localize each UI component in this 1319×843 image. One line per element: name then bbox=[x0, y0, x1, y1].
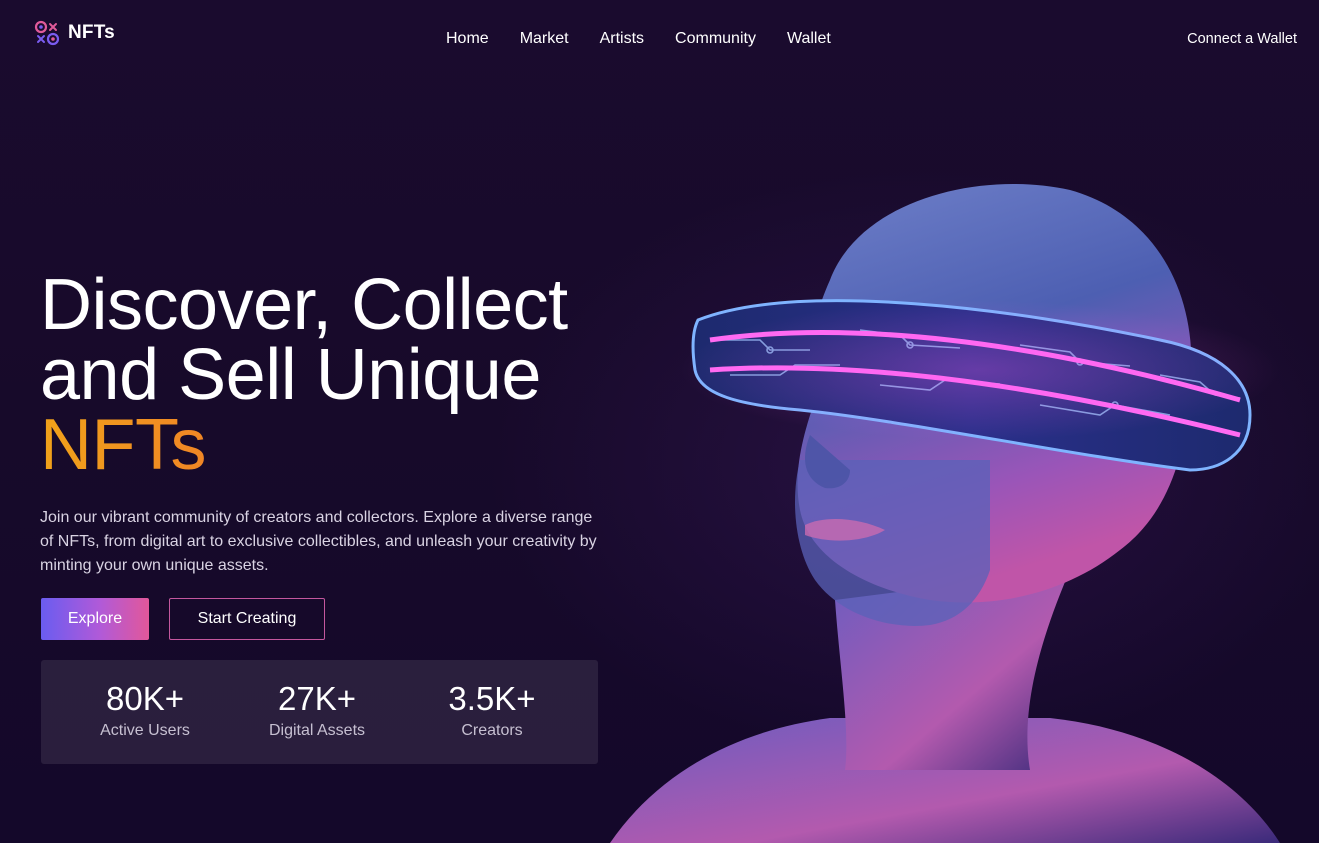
landing-page: NFTs Home Market Artists Community Walle… bbox=[0, 0, 1319, 843]
main-nav: Home Market Artists Community Wallet bbox=[446, 30, 831, 48]
nav-home[interactable]: Home bbox=[446, 30, 489, 48]
hero-description: Join our vibrant community of creators a… bbox=[40, 509, 597, 574]
stat-label: Active Users bbox=[100, 722, 190, 739]
stat-creators: 3.5K+ Creators bbox=[412, 680, 572, 742]
start-creating-button[interactable]: Start Creating bbox=[169, 598, 325, 640]
logo-text: NFTs bbox=[68, 22, 115, 43]
headline-accent: NFTs bbox=[40, 409, 568, 481]
nav-wallet[interactable]: Wallet bbox=[787, 30, 831, 48]
hero-headline: Discover, Collect and Sell Unique NFTs bbox=[40, 265, 568, 481]
stat-value: 3.5K+ bbox=[448, 680, 536, 717]
nav-artists[interactable]: Artists bbox=[600, 30, 644, 48]
connect-wallet-link[interactable]: Connect a Wallet bbox=[1187, 31, 1297, 47]
vr-headset-bust-illustration bbox=[600, 170, 1319, 843]
stat-value: 27K+ bbox=[278, 680, 356, 717]
stat-active-users: 80K+ Active Users bbox=[65, 680, 225, 742]
nav-community[interactable]: Community bbox=[675, 30, 756, 48]
stat-label: Creators bbox=[461, 722, 523, 739]
stat-digital-assets: 27K+ Digital Assets bbox=[237, 680, 397, 742]
logo[interactable]: NFTs bbox=[34, 20, 115, 46]
stat-label: Digital Assets bbox=[268, 722, 366, 739]
headline-line-1: Discover, Collect bbox=[40, 265, 568, 345]
stats-panel: 80K+ Active Users 27K+ Digital Assets 3.… bbox=[41, 660, 598, 764]
explore-button[interactable]: Explore bbox=[41, 598, 149, 640]
logo-icon bbox=[34, 20, 60, 46]
nav-market[interactable]: Market bbox=[520, 30, 569, 48]
headline-line-2: and Sell Unique bbox=[40, 335, 541, 415]
stat-value: 80K+ bbox=[106, 680, 184, 717]
